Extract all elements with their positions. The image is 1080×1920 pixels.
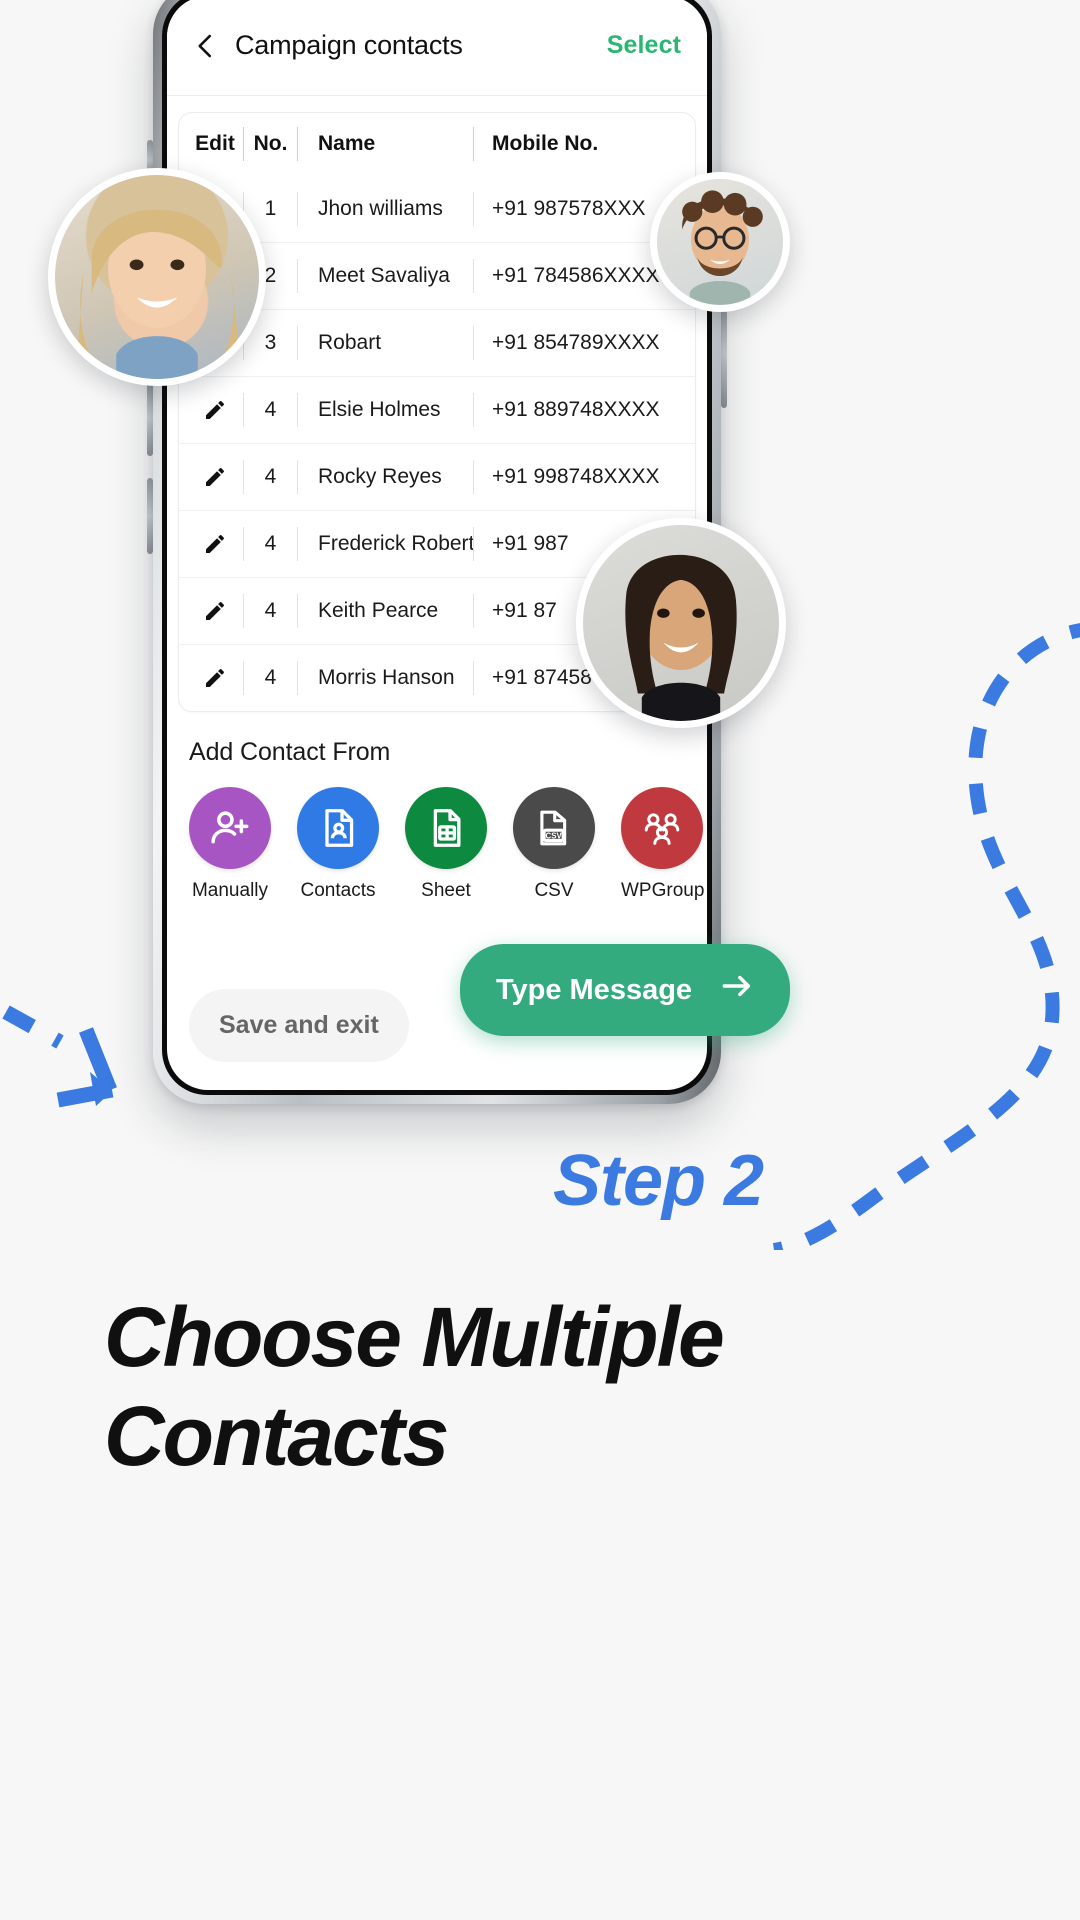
table-header-row: Edit No. Name Mobile No. [179,113,695,175]
contact-name: Elsie Holmes [297,393,473,427]
promo-canvas: Campaign contacts Select Edit No. Name M… [0,0,1080,1920]
add-contact-option-label: WPGroup [621,880,705,901]
arrow-right-icon [720,969,754,1011]
save-and-exit-button[interactable]: Save and exit [189,989,409,1062]
add-contact-option-label: Contacts [300,880,376,901]
headline-line-2: Contacts [104,1389,449,1484]
headline-line-1: Choose Multiple [104,1290,725,1384]
add-contact-options: Manually Contacts Sheet CSV CSV WPGroup [189,787,704,902]
table-row[interactable]: 4 Rocky Reyes +91 998748XXXX [179,443,695,510]
contact-name: Robart [297,326,473,360]
row-number: 4 [243,594,297,628]
app-header: Campaign contacts Select [167,0,707,96]
row-number: 4 [243,460,297,494]
headline: Choose Multiple Contacts [104,1288,984,1486]
row-number: 4 [243,527,297,561]
edit-cell[interactable] [187,398,243,422]
chevron-left-icon[interactable] [191,31,221,61]
contact-name: Rocky Reyes [297,460,473,494]
row-number: 4 [243,661,297,695]
add-contact-option-label: CSV [534,880,574,901]
add-contact-option[interactable]: Manually [189,787,271,902]
add-contact-option[interactable]: Sheet [405,787,487,902]
contact-mobile: +91 854789XXXX [473,326,687,360]
table-row[interactable]: 4 Elsie Holmes +91 889748XXXX [179,376,695,443]
contact-name: Keith Pearce [297,594,473,628]
add-contact-option[interactable]: CSV CSV [513,787,595,902]
column-header-name: Name [297,127,473,161]
svg-text:CSV: CSV [546,831,563,840]
page-title: Campaign contacts [235,30,463,60]
contact-name: Morris Hanson [297,661,473,695]
step-label: Step 2 [553,1141,764,1221]
column-header-edit: Edit [195,132,235,155]
contact-name: Frederick Robertson [297,527,473,561]
csv-file-icon[interactable]: CSV [513,787,595,869]
contact-mobile: +91 998748XXXX [473,460,687,494]
contact-name: Jhon williams [297,191,473,226]
add-contact-option-label: Manually [191,880,269,901]
add-contact-section: Add Contact From Manually Contacts Sheet CS… [167,712,707,902]
group-people-icon[interactable] [621,787,703,869]
add-contact-option[interactable]: Contacts [297,787,379,902]
avatar-contact-2 [650,172,790,312]
avatar-contact-1 [48,168,266,386]
column-header-no: No. [243,127,297,161]
type-message-button[interactable]: Type Message [460,944,790,1036]
edit-cell[interactable] [187,465,243,489]
row-number: 4 [243,393,297,427]
avatar-contact-3 [576,518,786,728]
type-message-label: Type Message [495,973,693,1006]
spreadsheet-icon[interactable] [405,787,487,869]
edit-cell[interactable] [187,532,243,556]
person-add-icon[interactable] [189,787,271,869]
select-button[interactable]: Select [607,31,681,60]
contact-name: Meet Savaliya [297,259,473,293]
add-contact-option-label: Sheet [421,880,471,901]
add-contact-title: Add Contact From [189,738,391,766]
edit-cell[interactable] [187,666,243,690]
contact-card-icon[interactable] [297,787,379,869]
edit-cell[interactable] [187,599,243,623]
column-header-mobile: Mobile No. [473,127,687,161]
contact-mobile: +91 889748XXXX [473,393,687,427]
add-contact-option[interactable]: WPGroup [621,787,705,902]
type-message-button-wrap: Type Message [432,944,790,1036]
phone-button-power [721,300,727,408]
